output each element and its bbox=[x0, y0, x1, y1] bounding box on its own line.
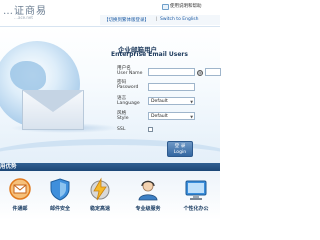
lightning-icon bbox=[90, 177, 110, 201]
feature-label: 邮件安全 bbox=[49, 206, 70, 212]
feature-label: 件通邮 bbox=[12, 206, 28, 212]
language-select-value: Default bbox=[151, 98, 168, 104]
help-link[interactable]: 使用说明和帮助 bbox=[170, 3, 202, 9]
feature-mail-network[interactable]: 件通邮 bbox=[0, 177, 40, 219]
chevron-down-icon: ▼ bbox=[190, 100, 193, 104]
english-link[interactable]: Switch to English bbox=[160, 17, 199, 22]
login-button-label-en: Login bbox=[173, 150, 187, 155]
ssl-checkbox[interactable] bbox=[148, 127, 153, 132]
ssl-label: SSL bbox=[117, 127, 126, 132]
feature-mail-security[interactable]: 邮件安全 bbox=[40, 177, 80, 219]
feature-label: 专业级服务 bbox=[135, 206, 161, 212]
envelope-flap bbox=[22, 90, 84, 112]
style-select-value: Default bbox=[151, 113, 168, 119]
chevron-down-icon: ▼ bbox=[190, 115, 193, 119]
logo: …证商易 …ace.net bbox=[0, 0, 58, 24]
login-title-en: Enterprise Email Users bbox=[111, 51, 188, 58]
help-icon[interactable] bbox=[162, 4, 169, 10]
language-select[interactable]: Default ▼ bbox=[148, 97, 195, 105]
monitor-icon bbox=[185, 180, 207, 200]
feature-stable-fast[interactable]: 稳定高速 bbox=[80, 177, 120, 219]
style-select[interactable]: Default ▼ bbox=[148, 112, 195, 120]
login-button[interactable]: 登 录 Login bbox=[167, 141, 193, 157]
domain-input[interactable] bbox=[205, 68, 221, 76]
traditional-chinese-link[interactable]: 【切换到繁体版登录】 bbox=[104, 17, 149, 23]
feature-pro-service[interactable]: 专业级服务 bbox=[128, 177, 168, 219]
feature-label: 个性化办公 bbox=[183, 206, 209, 212]
feature-label: 稳定高速 bbox=[89, 206, 110, 212]
link-separator: | bbox=[156, 17, 158, 22]
language-label-en: Language bbox=[117, 101, 140, 106]
section-title: 用优势 bbox=[0, 164, 17, 170]
section-bar bbox=[0, 163, 220, 171]
feature-personal-office[interactable]: 个性化办公 bbox=[176, 177, 216, 219]
password-input[interactable] bbox=[148, 83, 195, 91]
username-input[interactable] bbox=[148, 68, 195, 76]
at-sign-icon: @ bbox=[197, 70, 203, 76]
username-label-en: User Name bbox=[117, 71, 143, 76]
support-agent-icon bbox=[138, 180, 158, 201]
style-label-en: Style bbox=[117, 116, 129, 121]
shield-icon bbox=[50, 178, 70, 201]
password-label-en: Password bbox=[117, 85, 139, 90]
logo-subtext: …ace.net bbox=[14, 15, 33, 20]
mail-network-icon bbox=[9, 178, 31, 200]
